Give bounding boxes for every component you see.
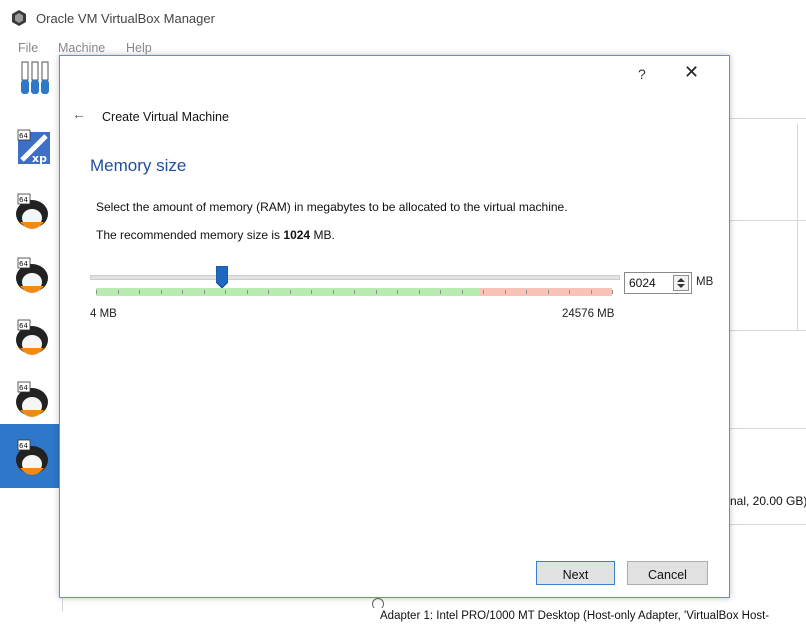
virtualbox-app-icon — [12, 10, 26, 26]
linux-64-icon: 64 — [16, 193, 48, 229]
vm-item-linux-3[interactable]: 64 — [8, 308, 58, 368]
slider-handle[interactable] — [216, 266, 229, 288]
slider-tick — [225, 290, 226, 294]
back-arrow-icon[interactable]: ← — [72, 106, 86, 122]
details-divider — [728, 330, 806, 331]
slider-tick — [332, 290, 334, 294]
recommended-prefix: The recommended memory size is — [96, 228, 284, 242]
windows-xp-64-icon: 64 xp — [17, 129, 50, 165]
slider-tick — [569, 290, 570, 294]
vm-item-linux-selected[interactable]: 64 — [0, 424, 62, 488]
slider-tick — [246, 290, 248, 294]
slider-danger-range — [480, 288, 612, 296]
slider-tick — [354, 290, 355, 294]
slider-tick — [590, 290, 592, 294]
slider-tick — [483, 290, 484, 294]
svg-text:64: 64 — [19, 196, 28, 204]
slider-tick — [117, 290, 119, 294]
slider-tick — [160, 290, 162, 294]
slider-tick — [547, 290, 549, 294]
menu-file[interactable]: File — [18, 41, 38, 55]
details-divider — [797, 124, 798, 330]
svg-text:64: 64 — [19, 260, 28, 268]
menu-help[interactable]: Help — [126, 41, 152, 55]
recommended-value: 1024 — [283, 228, 311, 242]
vm-item-linux-4[interactable]: 64 — [8, 370, 58, 430]
slider-safe-range — [96, 288, 480, 296]
slider-tick — [311, 290, 312, 294]
slider-max-label: 24576 MB — [562, 308, 615, 320]
linux-64-icon: 64 — [16, 257, 48, 293]
svg-text:64: 64 — [19, 442, 28, 450]
slider-tick — [418, 290, 420, 294]
slider-tick — [504, 290, 506, 294]
wizard-title: Create Virtual Machine — [102, 110, 229, 124]
close-icon[interactable]: ✕ — [684, 62, 699, 83]
slider-tick — [203, 290, 205, 294]
slider-groove — [90, 275, 620, 280]
slider-tick — [440, 290, 441, 294]
vm-item-linux-1[interactable]: 64 — [8, 182, 58, 242]
slider-min-label: 4 MB — [90, 308, 117, 320]
memory-value[interactable]: 6024 — [629, 276, 656, 290]
network-adapter-text: Adapter 1: Intel PRO/1000 MT Desktop (Ho… — [380, 610, 770, 622]
cancel-button[interactable]: Cancel — [627, 561, 708, 585]
slider-tick — [139, 290, 140, 294]
svg-text:64: 64 — [19, 132, 28, 140]
details-divider — [728, 220, 806, 221]
menu-machine[interactable]: Machine — [58, 41, 105, 55]
create-vm-dialog: ? ✕ ← Create Virtual Machine Memory size… — [59, 55, 730, 598]
svg-text:64: 64 — [19, 384, 28, 392]
svg-text:xp: xp — [32, 152, 47, 165]
page-heading: Memory size — [90, 156, 187, 175]
recommended-memory-text: The recommended memory size is 1024 MB. — [96, 228, 335, 242]
global-tools-icon[interactable] — [20, 58, 52, 106]
slider-tick — [182, 290, 183, 294]
vm-item-linux-2[interactable]: 64 — [8, 246, 58, 306]
vm-list: 64 xp 64 64 64 64 64 — [0, 118, 63, 612]
spin-updown-button[interactable] — [673, 275, 689, 291]
linux-64-icon: 64 — [16, 319, 48, 355]
spin-arrows-icon — [677, 278, 685, 288]
help-button[interactable]: ? — [638, 66, 646, 82]
slider-tick — [375, 290, 377, 294]
memory-description: Select the amount of memory (RAM) in meg… — [96, 200, 568, 214]
recommended-suffix: MB. — [310, 228, 335, 242]
vm-item-windows-xp[interactable]: 64 xp — [8, 120, 58, 180]
slider-tick — [612, 290, 613, 294]
details-divider — [728, 428, 806, 429]
linux-64-icon: 64 — [16, 381, 48, 417]
slider-tick — [526, 290, 527, 294]
slider-tick — [461, 290, 463, 294]
memory-spinbox[interactable]: 6024 — [624, 272, 692, 294]
storage-detail-text: nal, 20.00 GB) — [730, 494, 806, 508]
next-button[interactable]: Next — [536, 561, 615, 585]
memory-slider[interactable] — [90, 266, 620, 306]
network-section-icon — [372, 598, 384, 610]
slider-tick — [397, 290, 398, 294]
svg-text:64: 64 — [19, 322, 28, 330]
window-title: Oracle VM VirtualBox Manager — [36, 11, 215, 26]
slider-tick — [268, 290, 269, 294]
memory-unit-label: MB — [696, 276, 714, 288]
slider-tick — [289, 290, 291, 294]
title-bar: Oracle VM VirtualBox Manager — [0, 0, 806, 38]
linux-64-icon: 64 — [16, 439, 48, 475]
details-divider — [728, 118, 806, 119]
slider-tick — [96, 290, 97, 294]
details-divider — [728, 524, 806, 525]
